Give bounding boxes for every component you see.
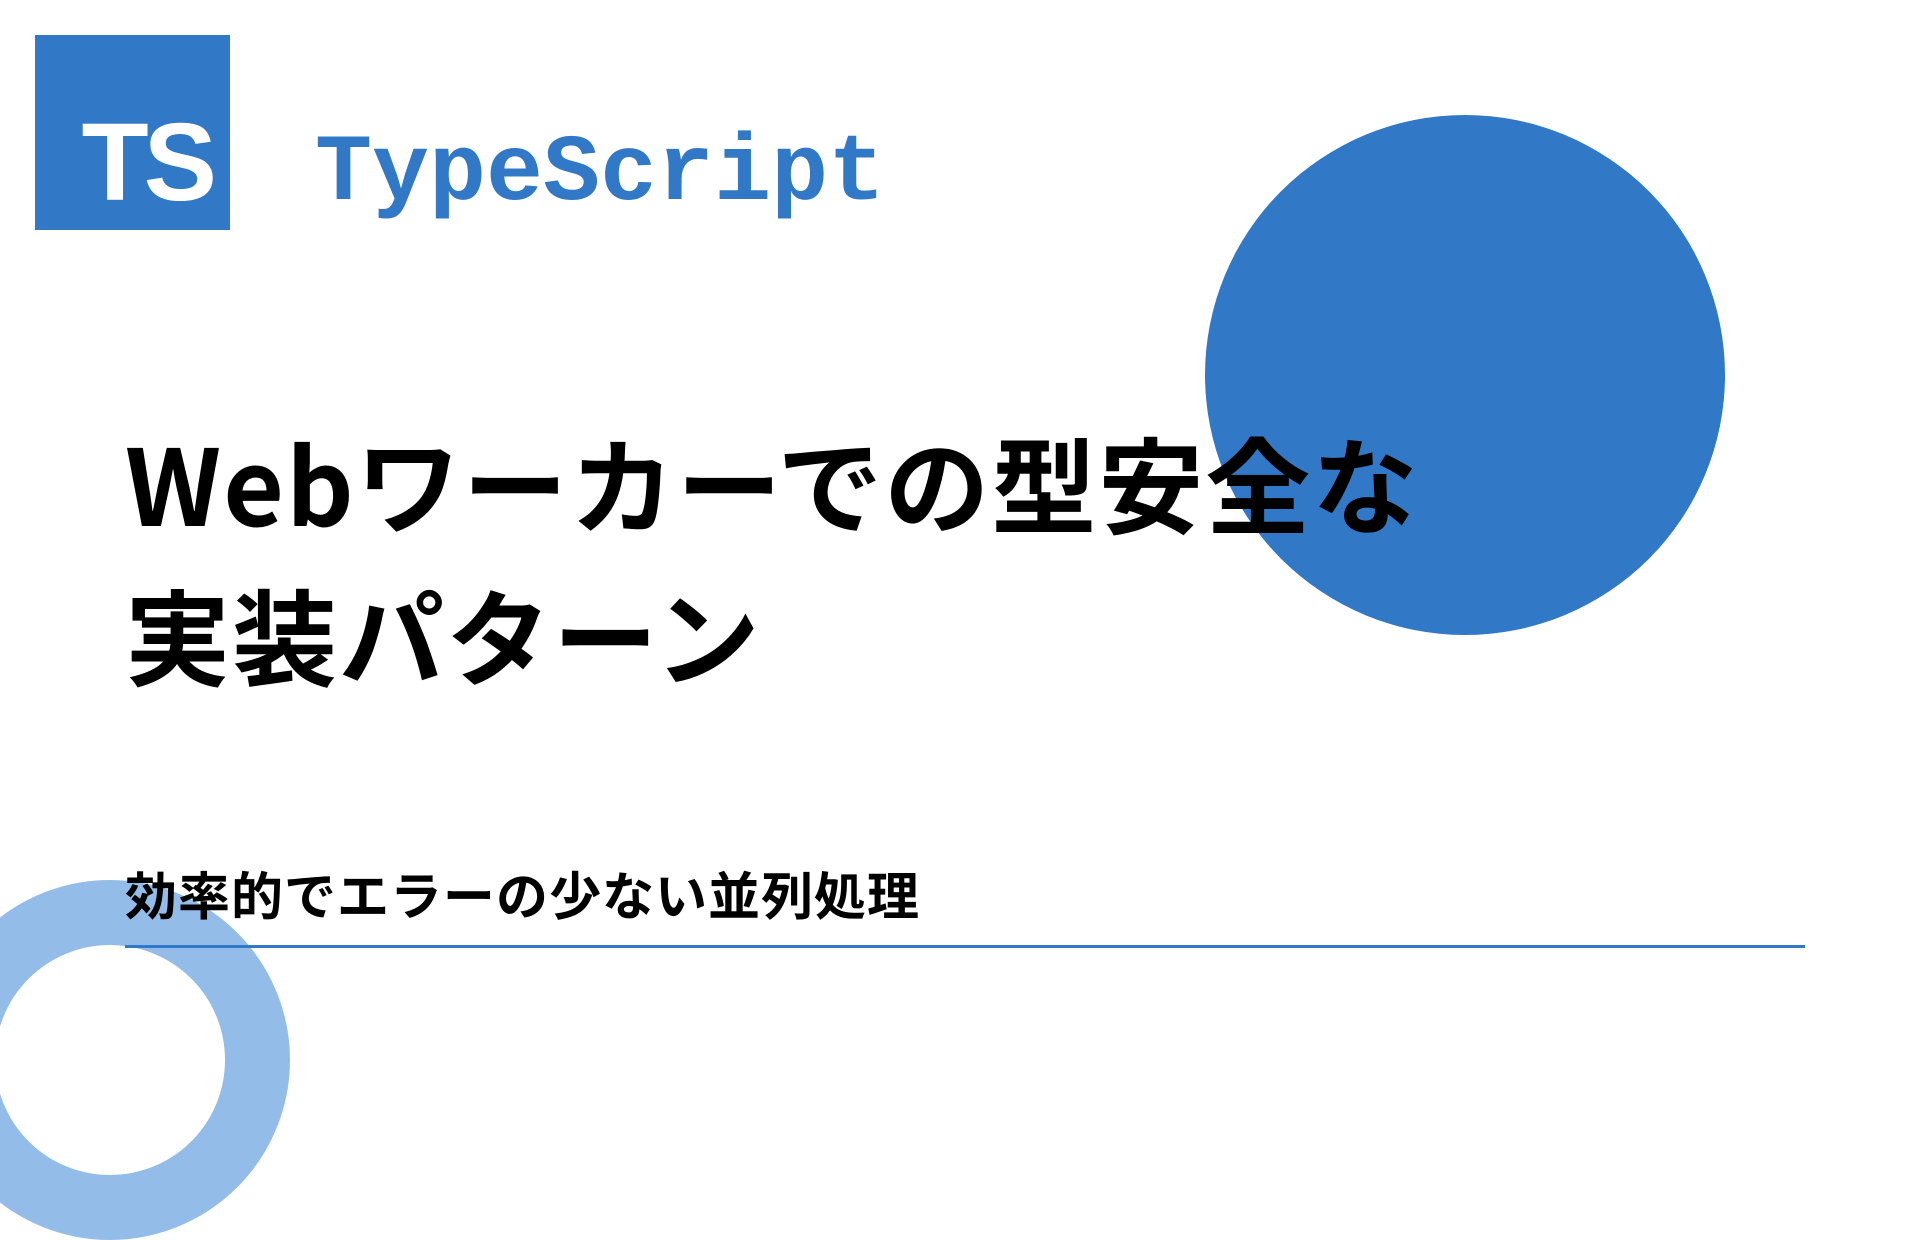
main-title: Webワーカーでの型安全な実装パターン <box>125 405 1419 710</box>
ts-logo-text: TS <box>81 108 212 218</box>
subtitle: 効率的でエラーの少ない並列処理 <box>125 855 920 930</box>
typescript-label: TypeScript <box>315 120 885 228</box>
decorative-ring <box>0 880 290 1240</box>
ts-logo-box: TS <box>35 35 230 230</box>
divider-line <box>125 945 1805 948</box>
